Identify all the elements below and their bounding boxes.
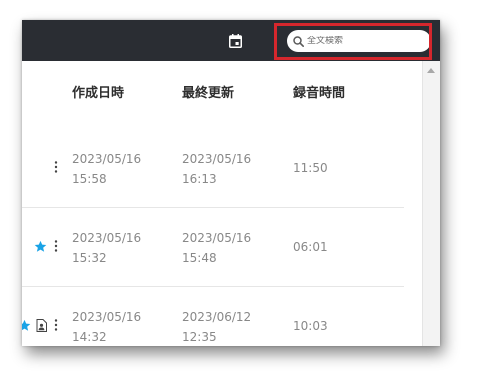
updated-date: 2023/05/16 — [182, 152, 252, 166]
updated-date: 2023/06/12 — [182, 310, 252, 324]
calendar-icon — [228, 34, 242, 48]
table-row[interactable]: 2023/05/16 14:32 2023/06/12 12:35 10:03 — [22, 287, 404, 346]
more-options-icon[interactable] — [53, 239, 59, 253]
search-highlight-frame — [274, 23, 432, 60]
created-date: 2023/05/16 — [72, 310, 142, 324]
updated-date: 2023/05/16 — [182, 231, 252, 245]
vertical-scrollbar[interactable] — [422, 61, 440, 346]
updated-cell: 2023/06/12 12:35 — [182, 307, 282, 346]
created-cell: 2023/05/16 15:32 — [72, 228, 172, 268]
updated-time: 16:13 — [182, 172, 217, 186]
updated-cell: 2023/05/16 16:13 — [182, 149, 282, 189]
column-header-created[interactable]: 作成日時 — [72, 82, 124, 101]
star-icon[interactable] — [22, 318, 31, 332]
scroll-up-icon[interactable] — [427, 68, 435, 73]
star-icon[interactable] — [33, 239, 47, 253]
recordings-table: 作成日時 最終更新 録音時間 2023/05/16 15:58 2023/05/… — [22, 61, 404, 346]
more-options-icon[interactable] — [53, 318, 59, 332]
duration-cell: 10:03 — [293, 319, 328, 333]
duration-cell: 06:01 — [293, 240, 328, 254]
created-date: 2023/05/16 — [72, 231, 142, 245]
calendar-button[interactable] — [226, 32, 244, 50]
app-window: 作成日時 最終更新 録音時間 2023/05/16 15:58 2023/05/… — [22, 20, 440, 346]
updated-time: 15:48 — [182, 251, 217, 265]
table-row[interactable]: 2023/05/16 15:32 2023/05/16 15:48 06:01 — [22, 208, 404, 287]
updated-time: 12:35 — [182, 330, 217, 344]
table-row[interactable]: 2023/05/16 15:58 2023/05/16 16:13 11:50 — [22, 129, 404, 208]
top-toolbar — [22, 20, 440, 61]
updated-cell: 2023/05/16 15:48 — [182, 228, 282, 268]
created-time: 14:32 — [72, 330, 107, 344]
document-person-icon — [35, 318, 47, 332]
column-header-updated[interactable]: 最終更新 — [182, 82, 234, 101]
duration-cell: 11:50 — [293, 161, 328, 175]
column-header-duration[interactable]: 録音時間 — [293, 82, 345, 101]
more-options-icon[interactable] — [53, 160, 59, 174]
created-cell: 2023/05/16 15:58 — [72, 149, 172, 189]
created-cell: 2023/05/16 14:32 — [72, 307, 172, 346]
created-date: 2023/05/16 — [72, 152, 142, 166]
created-time: 15:58 — [72, 172, 107, 186]
created-time: 15:32 — [72, 251, 107, 265]
